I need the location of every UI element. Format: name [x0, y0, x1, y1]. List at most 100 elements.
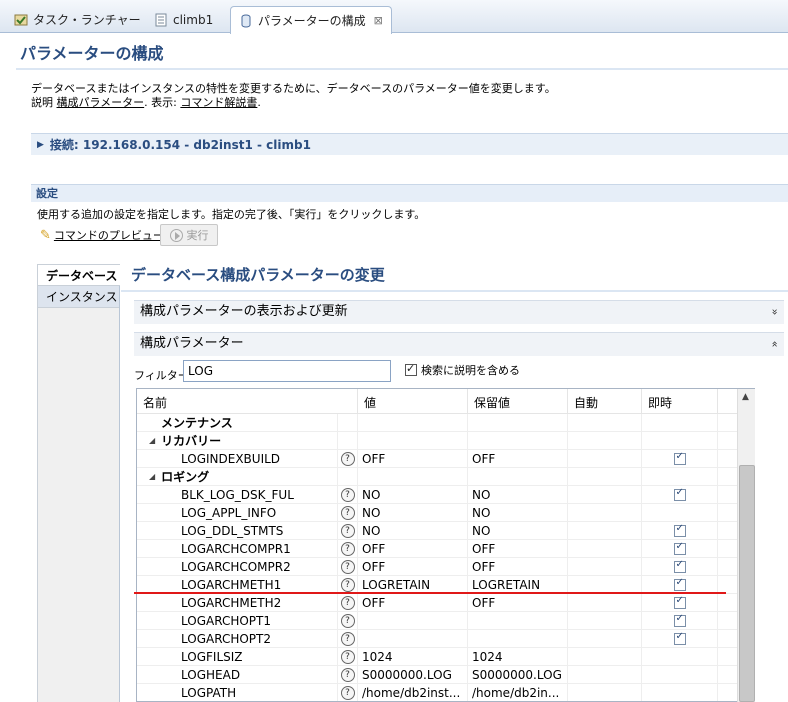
help-icon[interactable]: ?	[340, 667, 355, 682]
value-cell[interactable]: NO	[358, 521, 468, 540]
command-preview-link[interactable]: ✎ コマンドのプレビュー	[40, 227, 164, 243]
table-row[interactable]: LOG_APPL_INFO? NO NO	[137, 503, 755, 522]
help-cell[interactable]: ?	[338, 683, 358, 701]
help-cell[interactable]: ?	[338, 629, 358, 648]
value-cell[interactable]: S0000000.LOG	[358, 665, 468, 684]
help-icon[interactable]: ?	[340, 631, 355, 646]
help-cell[interactable]: ?	[338, 449, 358, 468]
pending-cell: OFF	[468, 593, 568, 612]
column-header-auto[interactable]: 自動	[568, 389, 642, 413]
param-name: LOGFILSIZ	[181, 649, 243, 664]
table-row[interactable]: LOGARCHCOMPR2? OFF OFF	[137, 557, 755, 576]
value-cell[interactable]: OFF	[358, 539, 468, 558]
column-header-value[interactable]: 値	[358, 389, 468, 413]
value-cell[interactable]: NO	[358, 503, 468, 522]
tab-task-launcher[interactable]: タスク・ランチャー	[6, 6, 149, 33]
help-icon[interactable]: ?	[340, 541, 355, 556]
value-cell[interactable]: LOGRETAIN	[358, 575, 468, 594]
tab-parameter-config[interactable]: パラメーターの構成 ⊠	[230, 6, 392, 34]
table-row[interactable]: ◢ リカバリー	[137, 431, 755, 450]
expand-chevron-icon[interactable]: »	[764, 309, 786, 316]
param-value: OFF	[362, 541, 386, 556]
auto-cell	[568, 557, 642, 576]
immediate-cell	[642, 557, 718, 576]
table-row[interactable]: BLK_LOG_DSK_FUL? NO NO	[137, 485, 755, 504]
help-icon[interactable]: ?	[340, 505, 355, 520]
param-name: LOGPATH	[181, 685, 237, 700]
table-row[interactable]: LOGINDEXBUILD? OFF OFF	[137, 449, 755, 468]
column-header-pending[interactable]: 保留値	[468, 389, 568, 413]
view-suffix: .	[257, 96, 261, 109]
param-name-cell: LOGINDEXBUILD	[137, 449, 338, 468]
view-update-panel-header[interactable]: 構成パラメーターの表示および更新 »	[134, 300, 784, 324]
value-cell[interactable]: NO	[358, 485, 468, 504]
help-icon[interactable]: ?	[340, 559, 355, 574]
table-row[interactable]: LOGARCHOPT1?	[137, 611, 755, 630]
param-value: OFF	[362, 595, 386, 610]
immediate-cell	[642, 539, 718, 558]
help-cell[interactable]: ?	[338, 557, 358, 576]
pending-cell	[468, 431, 568, 450]
table-row[interactable]: LOGPATH? /home/db2inst... /home/db2in...	[137, 683, 755, 701]
table-header: 名前 値 保留値 自動 即時	[137, 389, 755, 414]
help-icon[interactable]: ?	[340, 523, 355, 538]
help-icon[interactable]: ?	[340, 613, 355, 628]
annotation-underline	[134, 592, 726, 594]
table-row[interactable]: LOG_DDL_STMTS? NO NO	[137, 521, 755, 540]
tab-instance[interactable]: インスタンス	[38, 286, 119, 308]
scrollbar-thumb[interactable]	[739, 465, 755, 702]
help-cell[interactable]: ?	[338, 485, 358, 504]
help-icon[interactable]: ?	[340, 451, 355, 466]
filter-input[interactable]	[183, 360, 391, 382]
value-cell[interactable]: OFF	[358, 593, 468, 612]
table-row[interactable]: ◢ ロギング	[137, 467, 755, 486]
tree-expanded-icon[interactable]: ◢	[149, 472, 155, 481]
tree-expanded-icon[interactable]: ◢	[149, 436, 155, 445]
execute-button[interactable]: 実行	[160, 224, 218, 246]
help-icon[interactable]: ?	[340, 487, 355, 502]
help-icon[interactable]: ?	[340, 649, 355, 664]
pending-cell: OFF	[468, 449, 568, 468]
help-icon[interactable]: ?	[340, 577, 355, 592]
scope-tabs: データベース インスタンス	[37, 264, 120, 702]
help-cell[interactable]: ?	[338, 647, 358, 666]
collapse-chevron-icon[interactable]: «	[764, 341, 786, 348]
help-cell[interactable]: ?	[338, 539, 358, 558]
help-icon[interactable]: ?	[340, 595, 355, 610]
table-row[interactable]: メンテナンス	[137, 413, 755, 432]
table-row[interactable]: LOGARCHCOMPR1? OFF OFF	[137, 539, 755, 558]
help-cell[interactable]: ?	[338, 521, 358, 540]
scroll-up-arrow-icon[interactable]: ▲	[742, 392, 749, 402]
command-reference-link[interactable]: コマンド解説書	[180, 96, 257, 109]
help-cell[interactable]: ?	[338, 611, 358, 630]
connection-section[interactable]: ▶ 接続: 192.168.0.154 - db2inst1 - climb1	[31, 133, 788, 155]
value-cell[interactable]	[358, 611, 468, 630]
include-description-checkbox[interactable]: 検索に説明を含める	[405, 362, 520, 378]
tab-database[interactable]: データベース	[38, 264, 120, 286]
param-name-cell: LOGPATH	[137, 683, 338, 701]
help-icon[interactable]: ?	[340, 685, 355, 700]
column-header-immediate[interactable]: 即時	[642, 389, 718, 413]
immediate-check-icon	[673, 613, 686, 627]
value-cell[interactable]: OFF	[358, 557, 468, 576]
column-header-name[interactable]: 名前	[137, 389, 358, 413]
pending-cell: 1024	[468, 647, 568, 666]
close-tab-icon[interactable]: ⊠	[374, 14, 383, 27]
value-cell[interactable]	[358, 629, 468, 648]
table-row[interactable]: LOGARCHOPT2?	[137, 629, 755, 648]
help-cell[interactable]: ?	[338, 503, 358, 522]
vertical-scrollbar[interactable]: ▲	[737, 389, 755, 702]
param-pending: S0000000.LOG	[472, 667, 562, 682]
help-cell[interactable]: ?	[338, 665, 358, 684]
table-row[interactable]: LOGARCHMETH2? OFF OFF	[137, 593, 755, 612]
value-cell[interactable]: OFF	[358, 449, 468, 468]
config-parameters-panel-header[interactable]: 構成パラメーター «	[134, 332, 784, 356]
table-row[interactable]: LOGHEAD? S0000000.LOG S0000000.LOG	[137, 665, 755, 684]
config-parameter-link[interactable]: 構成パラメーター	[57, 96, 145, 109]
value-cell[interactable]: /home/db2inst...	[358, 683, 468, 701]
tab-climb1[interactable]: climb1	[146, 6, 221, 33]
table-row[interactable]: LOGFILSIZ? 1024 1024	[137, 647, 755, 666]
help-cell[interactable]: ?	[338, 593, 358, 612]
help-cell[interactable]: ?	[338, 575, 358, 594]
value-cell[interactable]: 1024	[358, 647, 468, 666]
